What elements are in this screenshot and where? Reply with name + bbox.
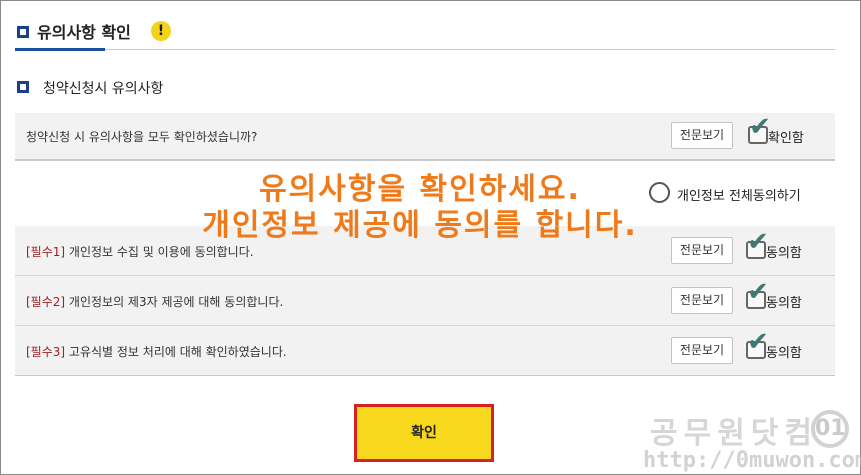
checkbox-label: 동의함 bbox=[766, 246, 802, 261]
title-underline bbox=[15, 48, 105, 51]
confirm-button[interactable]: 확인 bbox=[354, 404, 494, 462]
page-title: 유의사항 확인 bbox=[37, 23, 131, 42]
square-bullet-icon bbox=[17, 26, 29, 38]
view-full-text-button[interactable]: 전문보기 bbox=[671, 337, 733, 364]
watermark-url: http://0muwon.com bbox=[643, 448, 861, 473]
requirement-row: [필수3] 고유식별 정보 처리에 대해 확인하였습니다. 전문보기 ✔ 동의함 bbox=[15, 326, 835, 376]
subsection-title: 청약신청시 유의사항 bbox=[43, 81, 164, 97]
view-full-text-button[interactable]: 전문보기 bbox=[671, 287, 733, 314]
agree-all-label: 개인정보 전체동의하기 bbox=[677, 189, 801, 204]
view-full-text-button[interactable]: 전문보기 bbox=[671, 122, 733, 149]
required-tag: [필수3] bbox=[26, 345, 66, 359]
confirm-notice-row: 청약신청 시 유의사항을 모두 확인하셨습니까? 전문보기 ✔ 확인함 bbox=[15, 113, 835, 161]
requirement-text: [필수2] 개인정보의 제3자 제공에 대해 동의합니다. bbox=[26, 293, 283, 310]
requirement-text: [필수1] 개인정보 수집 및 이용에 동의합니다. bbox=[26, 243, 254, 260]
annotation-line: 개인정보 제공에 동의를 합니다. bbox=[202, 208, 638, 243]
required-tag: [필수2] bbox=[26, 295, 66, 309]
requirement-description: 고유식별 정보 처리에 대해 확인하였습니다. bbox=[65, 345, 287, 359]
confirm-notice-text: 청약신청 시 유의사항을 모두 확인하셨습니까? bbox=[26, 130, 258, 144]
requirement-description: 개인정보 수집 및 이용에 동의합니다. bbox=[65, 245, 254, 259]
checkbox-label: 확인함 bbox=[768, 131, 804, 146]
square-bullet-icon bbox=[17, 81, 29, 93]
annotation-line: 유의사항을 확인하세요. bbox=[259, 172, 581, 207]
checkbox-label: 동의함 bbox=[766, 296, 802, 311]
required-tag: [필수1] bbox=[26, 245, 66, 259]
requirement-row: [필수2] 개인정보의 제3자 제공에 대해 동의합니다. 전문보기 ✔ 동의함 bbox=[15, 276, 835, 326]
checkbox-label: 동의함 bbox=[766, 346, 802, 361]
requirement-text: [필수3] 고유식별 정보 처리에 대해 확인하였습니다. bbox=[26, 343, 287, 360]
watermark-name: 공무원닷컴 bbox=[650, 416, 818, 451]
watermark-logo-icon: 01 bbox=[811, 410, 849, 448]
requirement-description: 개인정보의 제3자 제공에 대해 동의합니다. bbox=[65, 295, 284, 309]
section-header: 유의사항 확인 ! bbox=[15, 14, 835, 51]
annotation-overlay: 유의사항을 확인하세요. 개인정보 제공에 동의를 합니다. bbox=[150, 172, 690, 244]
warning-icon: ! bbox=[151, 21, 171, 41]
